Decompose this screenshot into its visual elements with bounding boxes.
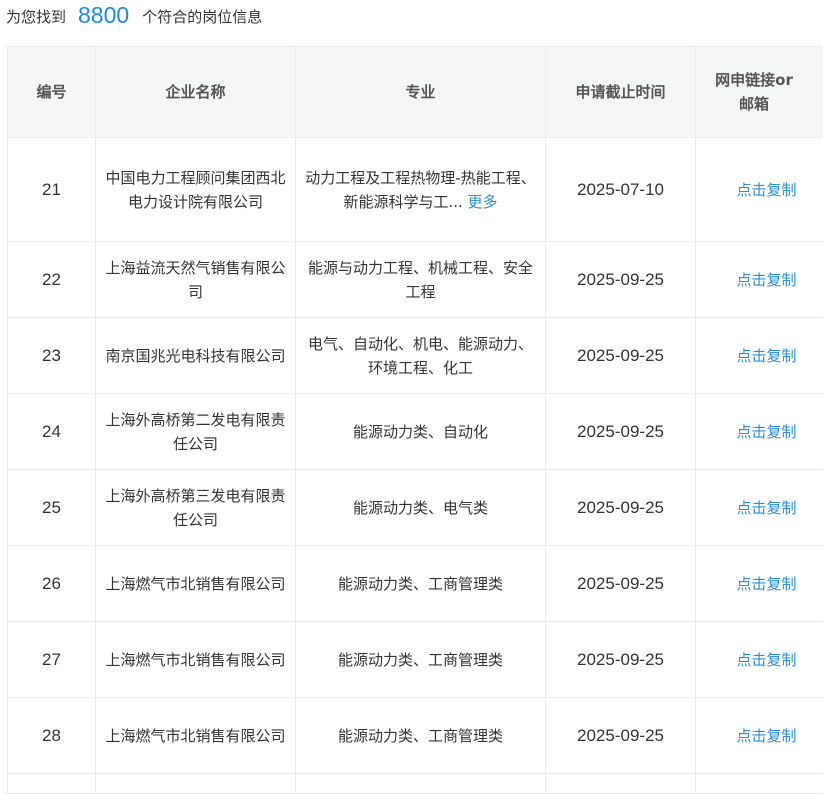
- table-row: 25上海外高桥第三发电有限责任公司 能源动力类、电气类 2025-09-25 点击复制: [8, 470, 823, 546]
- table-row: 26上海燃气市北销售有限公司 能源动力类、工商管理类 2025-09-25 点击复制: [8, 546, 823, 622]
- table-row: 27上海燃气市北销售有限公司 能源动力类、工商管理类 2025-09-25 点击复制: [8, 622, 823, 698]
- major-cell: 能源动力类、工商管理类: [296, 546, 546, 622]
- deadline: 2025-09-25: [546, 394, 696, 470]
- link-cell: 点击复制: [696, 546, 823, 622]
- company-name: 南京国兆光电科技有限公司: [96, 318, 296, 394]
- deadline: 2025-09-25: [546, 242, 696, 318]
- table-row: 24上海外高桥第二发电有限责任公司 能源动力类、自动化 2025-09-25 点击复制: [8, 394, 823, 470]
- row-number: 28: [8, 698, 96, 774]
- link-cell: 点击复制: [696, 138, 823, 242]
- deadline: 2025-09-25: [546, 622, 696, 698]
- major-text: 能源动力类、工商管理类: [338, 727, 503, 745]
- header-company: 企业名称: [96, 47, 296, 138]
- header-num: 编号: [8, 47, 96, 138]
- major-text: 能源动力类、自动化: [353, 423, 488, 441]
- major-cell: 能源动力类、自动化: [296, 394, 546, 470]
- copy-link-button[interactable]: 点击复制: [736, 499, 796, 517]
- major-cell: 能源与动力工程、机械工程、安全工程: [296, 242, 546, 318]
- deadline: 2025-07-10: [546, 138, 696, 242]
- company-name: 上海外高桥第二发电有限责任公司: [96, 394, 296, 470]
- table-row: 28上海燃气市北销售有限公司 能源动力类、工商管理类 2025-09-25 点击复制: [8, 698, 823, 774]
- link-cell: 点击复制: [696, 318, 823, 394]
- major-cell: 能源动力类、工商管理类: [296, 698, 546, 774]
- header-link-label: 网申链接or邮箱: [708, 68, 800, 116]
- major-cell: 能源动力类、电气类: [296, 470, 546, 546]
- deadline: 2025-09-25: [546, 546, 696, 622]
- link-cell: 点击复制: [696, 394, 823, 470]
- table-row: 22上海益流天然气销售有限公司能源与动力工程、机械工程、安全工程 2025-09-…: [8, 242, 823, 318]
- company-name: 上海外高桥第三发电有限责任公司: [96, 470, 296, 546]
- copy-link-button[interactable]: 点击复制: [736, 423, 796, 441]
- major-cell: 能源动力类、工商管理类: [296, 622, 546, 698]
- table-header-row: 编号 企业名称 专业 申请截止时间 网申链接or邮箱: [8, 47, 823, 138]
- major-text: 能源动力类、工商管理类: [338, 575, 503, 593]
- copy-link-button[interactable]: 点击复制: [736, 271, 796, 289]
- company-name: 上海燃气市北销售有限公司: [96, 698, 296, 774]
- deadline: 2025-09-25: [546, 470, 696, 546]
- row-number: 27: [8, 622, 96, 698]
- copy-link-button[interactable]: 点击复制: [736, 651, 796, 669]
- jobs-table: 编号 企业名称 专业 申请截止时间 网申链接or邮箱 21中国电力工程顾问集团西…: [7, 46, 823, 794]
- header-major: 专业: [296, 47, 546, 138]
- header-link: 网申链接or邮箱: [696, 47, 823, 138]
- company-name: 上海燃气市北销售有限公司: [96, 546, 296, 622]
- more-link[interactable]: 更多: [468, 193, 498, 211]
- company-name: 中国电力工程顾问集团西北电力设计院有限公司: [96, 138, 296, 242]
- row-number: 24: [8, 394, 96, 470]
- copy-link-button[interactable]: 点击复制: [736, 347, 796, 365]
- link-cell: 点击复制: [696, 698, 823, 774]
- deadline: 2025-09-25: [546, 698, 696, 774]
- row-number: 26: [8, 546, 96, 622]
- row-number: 22: [8, 242, 96, 318]
- major-text: 能源动力类、工商管理类: [338, 651, 503, 669]
- major-text: 能源与动力工程、机械工程、安全工程: [308, 259, 533, 301]
- major-text: 能源动力类、电气类: [353, 499, 488, 517]
- major-cell: 动力工程及工程热物理-热能工程、新能源科学与工... 更多: [296, 138, 546, 242]
- company-name: 上海益流天然气销售有限公司: [96, 242, 296, 318]
- table-row: 21中国电力工程顾问集团西北电力设计院有限公司动力工程及工程热物理-热能工程、新…: [8, 138, 823, 242]
- result-summary: 为您找到 8800 个符合的岗位信息: [6, 0, 262, 32]
- major-text: 动力工程及工程热物理-热能工程、新能源科学与工...: [305, 169, 535, 211]
- copy-link-button[interactable]: 点击复制: [736, 727, 796, 745]
- row-number: 23: [8, 318, 96, 394]
- link-cell: 点击复制: [696, 622, 823, 698]
- table-row: 23南京国兆光电科技有限公司电气、自动化、机电、能源动力、环境工程、化工 2025…: [8, 318, 823, 394]
- company-name: 上海燃气市北销售有限公司: [96, 622, 296, 698]
- major-cell: 电气、自动化、机电、能源动力、环境工程、化工: [296, 318, 546, 394]
- copy-link-button[interactable]: 点击复制: [736, 181, 796, 199]
- summary-prefix: 为您找到: [6, 6, 66, 27]
- copy-link-button[interactable]: 点击复制: [736, 575, 796, 593]
- row-number: 25: [8, 470, 96, 546]
- major-text: 电气、自动化、机电、能源动力、环境工程、化工: [308, 335, 533, 377]
- link-cell: 点击复制: [696, 242, 823, 318]
- result-count: 8800: [78, 2, 129, 29]
- link-cell: 点击复制: [696, 470, 823, 546]
- header-deadline: 申请截止时间: [546, 47, 696, 138]
- row-number: 21: [8, 138, 96, 242]
- deadline: 2025-09-25: [546, 318, 696, 394]
- summary-suffix: 个符合的岗位信息: [142, 6, 262, 27]
